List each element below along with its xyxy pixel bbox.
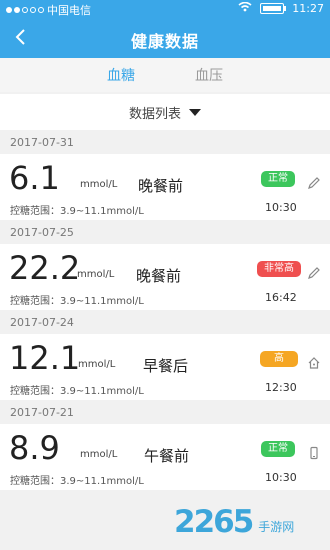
status-badge: 正常 [261, 171, 295, 187]
entry-date: 2017-07-21 [10, 406, 74, 419]
edit-icon [308, 267, 320, 279]
glucose-unit: mmol/L [80, 179, 118, 190]
status-time: 11:27 [292, 2, 324, 15]
entry-card[interactable]: 12.1 mmol/L 早餐后 控糖范围：3.9~11.1mmol/L 高 12… [0, 334, 330, 400]
meal-time-label: 晚餐前 [136, 267, 182, 285]
control-range: 控糖范围：3.9~11.1mmol/L [10, 296, 144, 307]
meal-time-label: 晚餐前 [138, 177, 184, 195]
entry-card[interactable]: 6.1 mmol/L 晚餐前 控糖范围：3.9~11.1mmol/L 正常 10… [0, 154, 330, 220]
caret-down-icon [189, 108, 201, 116]
watermark-tag: 手游网 [258, 519, 295, 534]
glucose-unit: mmol/L [80, 449, 118, 460]
entry-section: 2017-07-31 6.1 mmol/L 晚餐前 控糖范围：3.9~11.1m… [0, 132, 330, 220]
phone-icon [310, 446, 318, 460]
wifi-icon [238, 1, 252, 15]
tab-blood-glucose[interactable]: 血糖 [103, 63, 139, 87]
tab-bar: 血糖 血压 [0, 58, 330, 92]
nav-bar: 健康数据 [0, 18, 330, 58]
meal-time-label: 午餐前 [144, 447, 190, 465]
entry-time: 10:30 [265, 471, 297, 484]
glucose-value: 8.9 [9, 429, 60, 467]
battery-icon [260, 3, 287, 14]
status-badge: 高 [260, 351, 298, 367]
edit-icon [308, 177, 320, 189]
edit-button[interactable] [306, 265, 322, 281]
tab-blood-pressure[interactable]: 血压 [191, 63, 227, 87]
device-button[interactable] [306, 445, 322, 461]
status-right: 11:27 [238, 1, 324, 15]
entry-time: 16:42 [265, 291, 297, 304]
entry-section: 2017-07-21 8.9 mmol/L 午餐前 控糖范围：3.9~11.1m… [0, 402, 330, 490]
entry-date: 2017-07-31 [10, 136, 74, 149]
carrier-label: 中国电信 [47, 4, 91, 17]
entry-time: 10:30 [265, 201, 297, 214]
status-bar: 中国电信 11:27 [0, 0, 330, 18]
control-range: 控糖范围：3.9~11.1mmol/L [10, 206, 144, 217]
control-range: 控糖范围：3.9~11.1mmol/L [10, 386, 144, 397]
control-range: 控糖范围：3.9~11.1mmol/L [10, 476, 144, 487]
entry-date: 2017-07-25 [10, 226, 74, 239]
status-badge: 非常高 [257, 261, 301, 277]
glucose-unit: mmol/L [77, 269, 115, 280]
glucose-unit: mmol/L [78, 359, 116, 370]
entry-date: 2017-07-24 [10, 316, 74, 329]
data-list-dropdown[interactable]: 数据列表 [0, 94, 330, 130]
entry-section: 2017-07-24 12.1 mmol/L 早餐后 控糖范围：3.9~11.1… [0, 312, 330, 400]
glucose-value: 22.2 [9, 249, 81, 287]
home-icon [308, 357, 320, 369]
page-title: 健康数据 [130, 32, 199, 51]
watermark-brand: 2265 [174, 504, 254, 540]
edit-button[interactable] [306, 175, 322, 191]
status-badge: 正常 [261, 441, 295, 457]
signal-icon [6, 7, 44, 13]
meal-time-label: 早餐后 [143, 357, 189, 375]
home-button[interactable] [306, 355, 322, 371]
status-left: 中国电信 [6, 2, 91, 18]
entry-card[interactable]: 8.9 mmol/L 午餐前 控糖范围：3.9~11.1mmol/L 正常 10… [0, 424, 330, 490]
data-list-label: 数据列表 [128, 106, 181, 122]
entry-card[interactable]: 22.2 mmol/L 晚餐前 控糖范围：3.9~11.1mmol/L 非常高 … [0, 244, 330, 310]
watermark-logo: 2265 手游网 [174, 500, 324, 544]
entry-section: 2017-07-25 22.2 mmol/L 晚餐前 控糖范围：3.9~11.1… [0, 222, 330, 310]
entry-time: 12:30 [265, 381, 297, 394]
glucose-value: 12.1 [9, 339, 81, 377]
glucose-value: 6.1 [9, 159, 60, 197]
